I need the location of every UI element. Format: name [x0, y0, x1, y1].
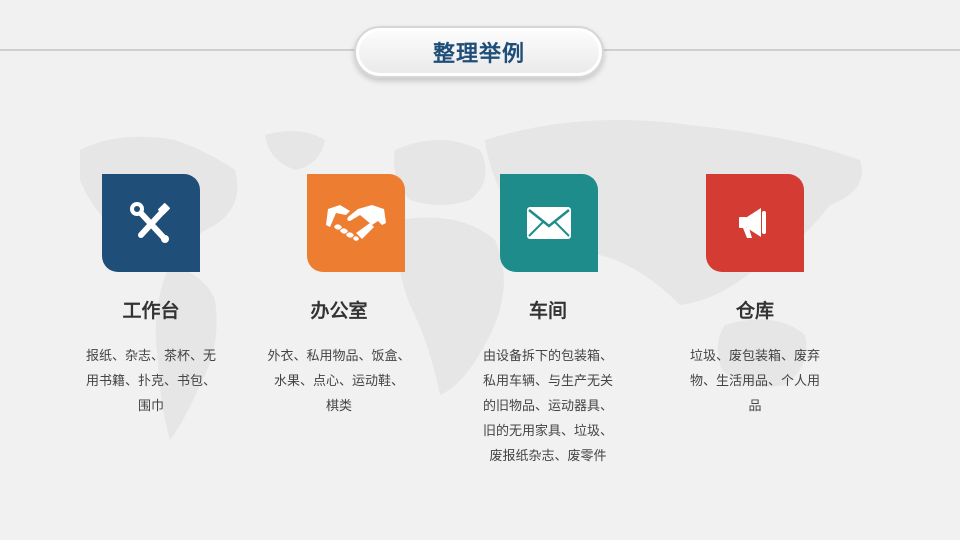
- desc-line: 垃圾、废包装箱、废弃: [689, 349, 820, 364]
- card-title: 办公室: [310, 300, 368, 322]
- card-title: 工作台: [122, 300, 180, 322]
- card-description: 外衣、私用物品、饭盒、 水果、点心、运动鞋、 棋类: [239, 344, 439, 419]
- page-title: 整理举例: [432, 42, 525, 67]
- megaphone-icon-box: [706, 174, 804, 272]
- card-title: 仓库: [735, 300, 774, 322]
- desc-line: 外衣、私用物品、饭盒、: [267, 349, 411, 364]
- desc-line: 旧的无用家具、垃圾、: [482, 424, 613, 439]
- desc-line: 报纸、杂志、茶杯、无: [85, 349, 216, 364]
- megaphone-icon: [739, 208, 766, 238]
- handshake-icon-box: [307, 174, 405, 272]
- desc-line: 品: [748, 399, 762, 414]
- title-divider-left: [0, 49, 360, 51]
- handshake-icon: [326, 205, 386, 241]
- desc-line: 用书籍、扑克、书包、: [85, 374, 216, 389]
- desc-line: 水果、点心、运动鞋、: [273, 374, 404, 389]
- envelope-icon-box: [500, 174, 598, 272]
- card-description: 报纸、杂志、茶杯、无 用书籍、扑克、书包、 围巾: [51, 344, 251, 419]
- tools-icon: [130, 202, 170, 243]
- desc-line: 废报纸杂志、废零件: [489, 449, 607, 464]
- desc-line: 的旧物品、运动器具、: [482, 399, 613, 414]
- desc-line: 物、生活用品、个人用: [689, 374, 820, 389]
- card-description: 由设备拆下的包装箱、 私用车辆、与生产无关 的旧物品、运动器具、 旧的无用家具、…: [448, 344, 648, 469]
- desc-line: 私用车辆、与生产无关: [482, 374, 613, 389]
- title-divider-right: [602, 49, 960, 51]
- card-description: 垃圾、废包装箱、废弃 物、生活用品、个人用 品: [655, 344, 855, 419]
- tools-icon-box: [102, 174, 200, 272]
- envelope-icon: [527, 207, 571, 239]
- desc-line: 围巾: [137, 399, 164, 414]
- card-title: 车间: [528, 300, 567, 322]
- desc-line: 由设备拆下的包装箱、: [482, 349, 613, 364]
- desc-line: 棋类: [325, 399, 352, 414]
- title-banner: 整理举例: [354, 26, 604, 78]
